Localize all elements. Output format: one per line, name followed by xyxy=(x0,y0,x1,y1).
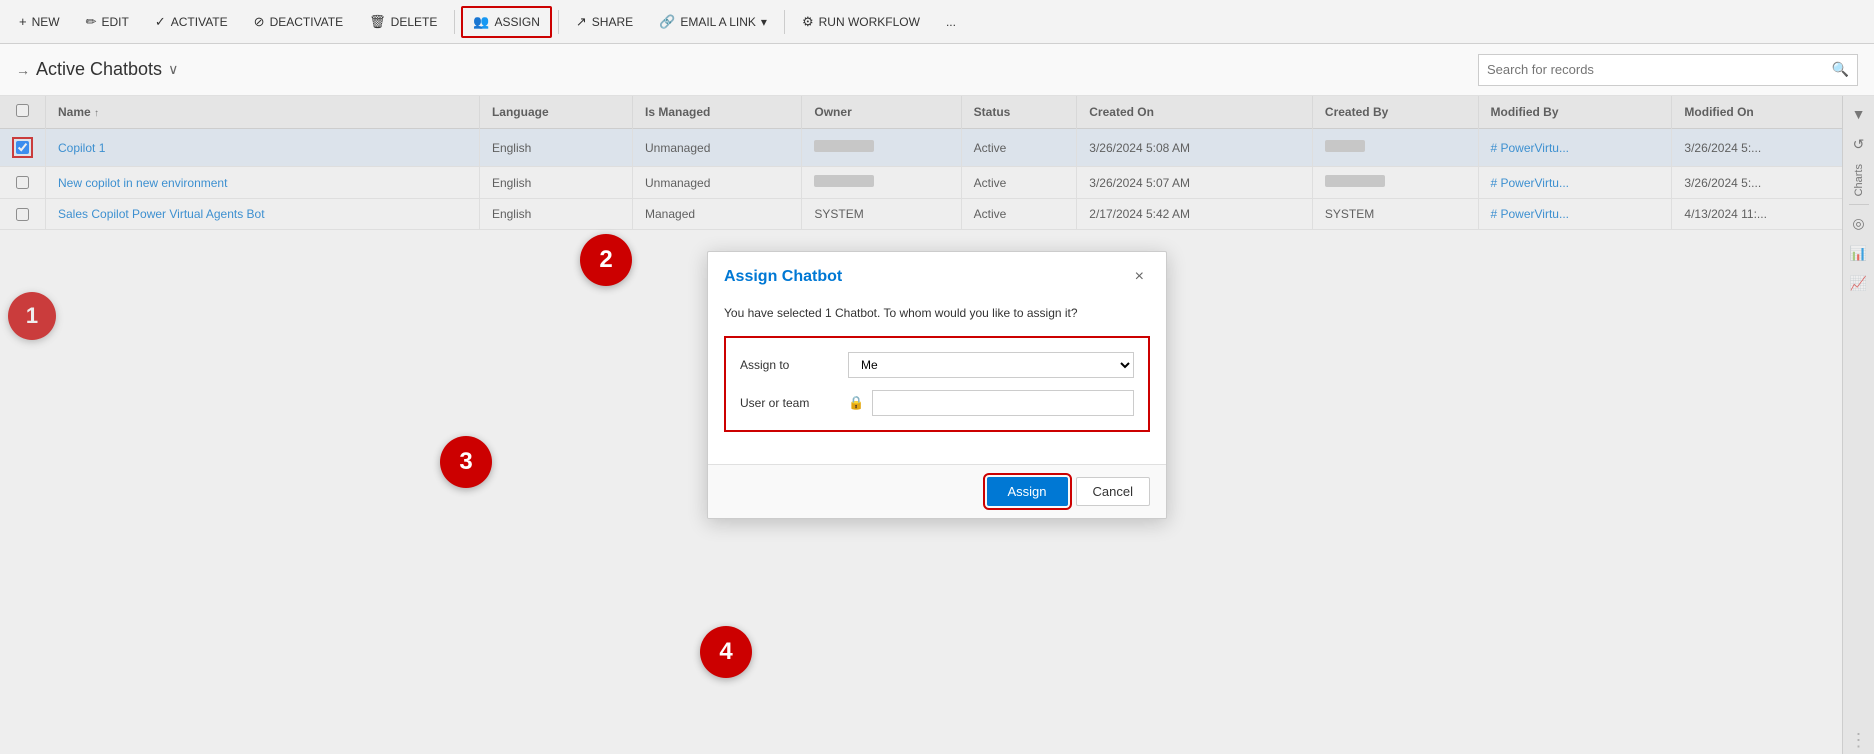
view-title-text: Active Chatbots xyxy=(36,59,162,80)
search-icon[interactable]: 🔍 xyxy=(1824,61,1857,78)
user-team-label: User or team xyxy=(740,396,840,410)
assign-button[interactable]: 👥 ASSIGN xyxy=(461,6,552,38)
view-arrow-icon: → xyxy=(16,62,30,78)
share-button[interactable]: ↗ SHARE xyxy=(565,7,644,37)
activate-button[interactable]: ✓ ACTIVATE xyxy=(144,7,239,37)
email-dropdown-arrow[interactable]: ▾ xyxy=(761,15,767,29)
assign-to-label: Assign to xyxy=(740,358,840,372)
view-header: → Active Chatbots ∨ 🔍 xyxy=(0,44,1874,96)
modal-header: Assign Chatbot × xyxy=(708,252,1166,298)
user-team-input[interactable] xyxy=(872,390,1134,416)
share-icon: ↗ xyxy=(576,14,587,30)
search-input[interactable] xyxy=(1479,62,1824,77)
view-title-area: → Active Chatbots ∨ xyxy=(16,59,178,80)
assign-to-row: Assign to Me xyxy=(740,352,1134,378)
toolbar: + NEW ✏ EDIT ✓ ACTIVATE ⊘ DEACTIVATE 🗑 D… xyxy=(0,0,1874,44)
modal-overlay: 2 Assign Chatbot × You have selected 1 C… xyxy=(0,96,1874,754)
delete-button[interactable]: 🗑 DELETE xyxy=(358,7,448,37)
modal-close-button[interactable]: × xyxy=(1129,266,1150,288)
view-chevron-icon[interactable]: ∨ xyxy=(168,61,178,78)
modal-body: You have selected 1 Chatbot. To whom wou… xyxy=(708,298,1166,464)
new-button[interactable]: + NEW xyxy=(8,7,71,36)
deactivate-button[interactable]: ⊘ DEACTIVATE xyxy=(243,7,354,37)
workflow-icon: ⚙ xyxy=(802,14,814,30)
modal-footer: Assign Cancel xyxy=(708,464,1166,518)
user-team-row: User or team 🔒 xyxy=(740,390,1134,416)
modal-form-box: Assign to Me User or team 🔒 xyxy=(724,336,1150,432)
search-box[interactable]: 🔍 xyxy=(1478,54,1858,86)
edit-icon: ✏ xyxy=(86,14,97,30)
email-link-button[interactable]: 🔗 EMAIL A LINK ▾ xyxy=(648,7,778,37)
step-2-circle: 2 xyxy=(580,234,632,286)
separator-3 xyxy=(784,10,785,34)
separator-1 xyxy=(454,10,455,34)
step-3-circle: 3 xyxy=(440,436,492,488)
assign-to-select[interactable]: Me xyxy=(848,352,1134,378)
new-icon: + xyxy=(19,14,27,29)
cancel-button[interactable]: Cancel xyxy=(1076,477,1150,506)
lock-icon: 🔒 xyxy=(848,395,864,411)
delete-icon: 🗑 xyxy=(369,14,386,30)
assign-chatbot-modal: Assign Chatbot × You have selected 1 Cha… xyxy=(707,251,1167,519)
edit-button[interactable]: ✏ EDIT xyxy=(75,7,140,37)
separator-2 xyxy=(558,10,559,34)
more-button[interactable]: ... xyxy=(935,8,967,36)
deactivate-icon: ⊘ xyxy=(254,14,265,30)
modal-title: Assign Chatbot xyxy=(724,268,842,286)
activate-icon: ✓ xyxy=(155,14,166,30)
email-icon: 🔗 xyxy=(659,14,675,30)
step-4-circle: 4 xyxy=(700,626,752,678)
run-workflow-button[interactable]: ⚙ RUN WORKFLOW xyxy=(791,7,931,37)
assign-confirm-button[interactable]: Assign xyxy=(987,477,1068,506)
modal-subtitle: You have selected 1 Chatbot. To whom wou… xyxy=(724,306,1150,320)
assign-icon: 👥 xyxy=(473,14,489,30)
table-area: Name ↑ Language Is Managed Owner Status … xyxy=(0,96,1874,754)
